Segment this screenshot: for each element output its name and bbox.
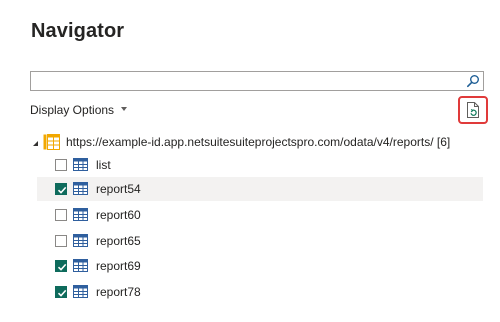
checkmark-icon xyxy=(57,263,67,271)
list-item-label: report60 xyxy=(96,208,141,222)
list-item-report54[interactable]: report54 xyxy=(37,177,483,201)
refresh-document-icon xyxy=(467,102,479,118)
list-item-report69[interactable]: report69 xyxy=(37,254,483,278)
checkmark-icon xyxy=(57,186,67,194)
list-item-label: report54 xyxy=(96,182,141,196)
tree-root-label: https://example-id.app.netsuitesuiteproj… xyxy=(66,135,451,149)
display-options-dropdown[interactable]: Display Options xyxy=(30,103,128,117)
item-checkbox[interactable] xyxy=(55,260,67,272)
item-checkbox[interactable] xyxy=(55,159,67,171)
item-checkbox[interactable] xyxy=(55,183,67,195)
table-icon xyxy=(73,208,88,221)
list-item-label: list xyxy=(96,158,111,172)
item-checkbox[interactable] xyxy=(55,209,67,221)
collapse-triangle-icon[interactable] xyxy=(33,141,38,146)
item-checkbox[interactable] xyxy=(55,286,67,298)
list-item-label: report69 xyxy=(96,259,141,273)
table-icon xyxy=(73,234,88,247)
table-icon xyxy=(73,285,88,298)
search-box[interactable] xyxy=(30,71,484,91)
list-item-report78[interactable]: report78 xyxy=(37,280,483,304)
list-item-label: report78 xyxy=(96,285,141,299)
chevron-down-icon xyxy=(121,107,128,111)
list-item-list[interactable]: list xyxy=(37,153,483,177)
list-item-label: report65 xyxy=(96,234,141,248)
refresh-button[interactable] xyxy=(458,96,488,124)
folder-table-icon xyxy=(43,134,60,150)
checkmark-icon xyxy=(57,289,67,297)
display-options-label: Display Options xyxy=(30,103,115,117)
table-icon xyxy=(73,259,88,272)
table-icon xyxy=(73,158,88,171)
page-title: Navigator xyxy=(31,20,125,42)
item-checkbox[interactable] xyxy=(55,235,67,247)
list-item-report65[interactable]: report65 xyxy=(37,229,483,253)
search-input[interactable] xyxy=(35,73,455,89)
table-icon xyxy=(73,182,88,195)
list-item-report60[interactable]: report60 xyxy=(37,203,483,227)
search-icon[interactable] xyxy=(466,74,480,88)
tree-root[interactable]: https://example-id.app.netsuitesuiteproj… xyxy=(33,133,450,151)
